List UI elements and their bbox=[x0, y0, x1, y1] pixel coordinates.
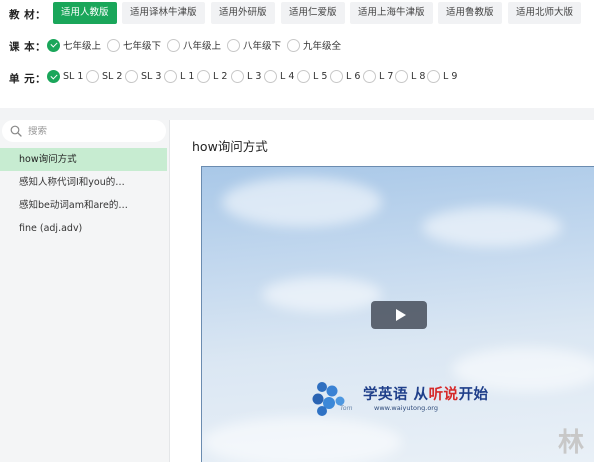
unit-option-label: L 7 bbox=[379, 71, 394, 82]
lesson-option-8a[interactable]: 八年级上 bbox=[167, 38, 221, 52]
lesson-option-label: 九年级全 bbox=[303, 41, 342, 52]
radio-icon bbox=[264, 70, 277, 83]
unit-option-l4[interactable]: L 4 bbox=[264, 70, 294, 83]
unit-option-label: L 4 bbox=[280, 71, 295, 82]
radio-icon bbox=[231, 70, 244, 83]
unit-option-l3[interactable]: L 3 bbox=[231, 70, 261, 83]
radio-icon bbox=[107, 38, 120, 52]
lesson-option-9[interactable]: 九年级全 bbox=[287, 38, 341, 52]
textbook-option-waiyan[interactable]: 适用外研版 bbox=[211, 2, 275, 24]
radio-icon bbox=[297, 70, 310, 83]
video-player[interactable]: Tom 学英语 从听说开始 www.waiyutong.org bbox=[201, 166, 594, 462]
radio-icon bbox=[197, 70, 210, 83]
lesson-option-7a[interactable]: 七年级上 bbox=[47, 38, 101, 52]
unit-option-l9[interactable]: L 9 bbox=[427, 70, 457, 83]
video-website: www.waiyutong.org bbox=[374, 404, 438, 412]
textbook-option-lujiao[interactable]: 适用鲁教版 bbox=[438, 2, 502, 24]
unit-option-l1[interactable]: L 1 bbox=[164, 70, 194, 83]
unit-label: 单 元： bbox=[9, 73, 47, 85]
lesson-option-7b[interactable]: 七年级下 bbox=[107, 38, 161, 52]
radio-icon bbox=[86, 70, 99, 83]
play-icon bbox=[395, 309, 406, 321]
unit-option-l5[interactable]: L 5 bbox=[297, 70, 327, 83]
radio-icon bbox=[227, 38, 240, 52]
lesson-title: how询问方式 bbox=[192, 139, 268, 154]
textbook-option-beishida[interactable]: 适用北师大版 bbox=[508, 2, 582, 24]
unit-option-sl1[interactable]: SL 1 bbox=[47, 70, 83, 83]
radio-icon bbox=[167, 38, 180, 52]
cloud-decoration bbox=[202, 417, 402, 462]
unit-option-label: SL 3 bbox=[141, 71, 162, 82]
watermark: 林 bbox=[558, 428, 585, 458]
slogan-part2: 听说 bbox=[428, 387, 459, 403]
radio-icon bbox=[330, 70, 343, 83]
lesson-option-label: 八年级下 bbox=[243, 41, 282, 52]
cloud-decoration bbox=[422, 207, 562, 247]
section-divider bbox=[0, 108, 594, 120]
radio-icon bbox=[363, 70, 376, 83]
brand-mark-text: Tom bbox=[340, 405, 353, 412]
lesson-option-label: 七年级上 bbox=[63, 41, 102, 52]
slogan-part3: 开始 bbox=[458, 387, 489, 403]
lesson-item-how[interactable]: how询问方式 bbox=[0, 148, 167, 171]
search-input[interactable] bbox=[28, 125, 158, 137]
textbook-filter-row: 教 材： 适用人教版 适用译林牛津版 适用外研版 适用仁爱版 适用上海牛津版 适… bbox=[0, 0, 594, 26]
unit-option-sl2[interactable]: SL 2 bbox=[86, 70, 122, 83]
unit-option-l6[interactable]: L 6 bbox=[330, 70, 360, 83]
lesson-option-8b[interactable]: 八年级下 bbox=[227, 38, 281, 52]
unit-option-l2[interactable]: L 2 bbox=[197, 70, 227, 83]
unit-option-label: L 8 bbox=[411, 71, 426, 82]
radio-checked-icon bbox=[47, 38, 60, 52]
search-icon bbox=[9, 124, 23, 138]
unit-option-label: SL 2 bbox=[102, 71, 123, 82]
textbook-option-yilin[interactable]: 适用译林牛津版 bbox=[122, 2, 205, 24]
textbook-label: 教 材： bbox=[9, 9, 47, 21]
lesson-sidebar: how询问方式 感知人称代词I和you的… 感知be动词am和are的… fin… bbox=[0, 120, 170, 462]
lesson-item-be-verb[interactable]: 感知be动词am和are的… bbox=[0, 194, 167, 217]
unit-option-l8[interactable]: L 8 bbox=[395, 70, 425, 83]
lesson-item-fine[interactable]: fine (adj.adv) bbox=[0, 217, 167, 240]
play-button[interactable] bbox=[371, 301, 427, 329]
brand-logo-icon bbox=[312, 382, 345, 416]
unit-option-sl3[interactable]: SL 3 bbox=[125, 70, 161, 83]
unit-option-label: SL 1 bbox=[63, 71, 84, 82]
lesson-option-label: 七年级下 bbox=[123, 41, 162, 52]
video-slogan: 学英语 从听说开始 bbox=[363, 383, 489, 404]
textbook-option-renjiao[interactable]: 适用人教版 bbox=[53, 2, 117, 24]
textbook-option-shanghai[interactable]: 适用上海牛津版 bbox=[350, 2, 433, 24]
radio-icon bbox=[287, 38, 300, 52]
unit-option-label: L 9 bbox=[443, 71, 458, 82]
unit-filter-row: 单 元： SL 1 SL 2 SL 3 L 1 L 2 L 3 L 4 L 5 … bbox=[0, 67, 594, 87]
unit-option-label: L 5 bbox=[313, 71, 328, 82]
cloud-decoration bbox=[222, 177, 382, 227]
lesson-label: 课 本： bbox=[9, 41, 47, 53]
textbook-option-renai[interactable]: 适用仁爱版 bbox=[281, 2, 345, 24]
lesson-item-pronouns[interactable]: 感知人称代词I和you的… bbox=[0, 171, 167, 194]
slogan-part1: 学英语 从 bbox=[363, 387, 429, 403]
radio-icon bbox=[427, 70, 440, 83]
radio-icon bbox=[125, 70, 138, 83]
unit-option-l7[interactable]: L 7 bbox=[363, 70, 393, 83]
cloud-decoration bbox=[262, 277, 382, 312]
unit-option-label: L 6 bbox=[346, 71, 361, 82]
unit-option-label: L 2 bbox=[213, 71, 228, 82]
unit-option-label: L 3 bbox=[247, 71, 262, 82]
lesson-filter-row: 课 本： 七年级上 七年级下 八年级上 八年级下 九年级全 bbox=[0, 35, 594, 55]
radio-icon bbox=[395, 70, 408, 83]
search-box[interactable] bbox=[2, 120, 166, 142]
radio-icon bbox=[164, 70, 177, 83]
lesson-option-label: 八年级上 bbox=[183, 41, 222, 52]
radio-checked-icon bbox=[47, 70, 60, 83]
unit-option-label: L 1 bbox=[180, 71, 195, 82]
